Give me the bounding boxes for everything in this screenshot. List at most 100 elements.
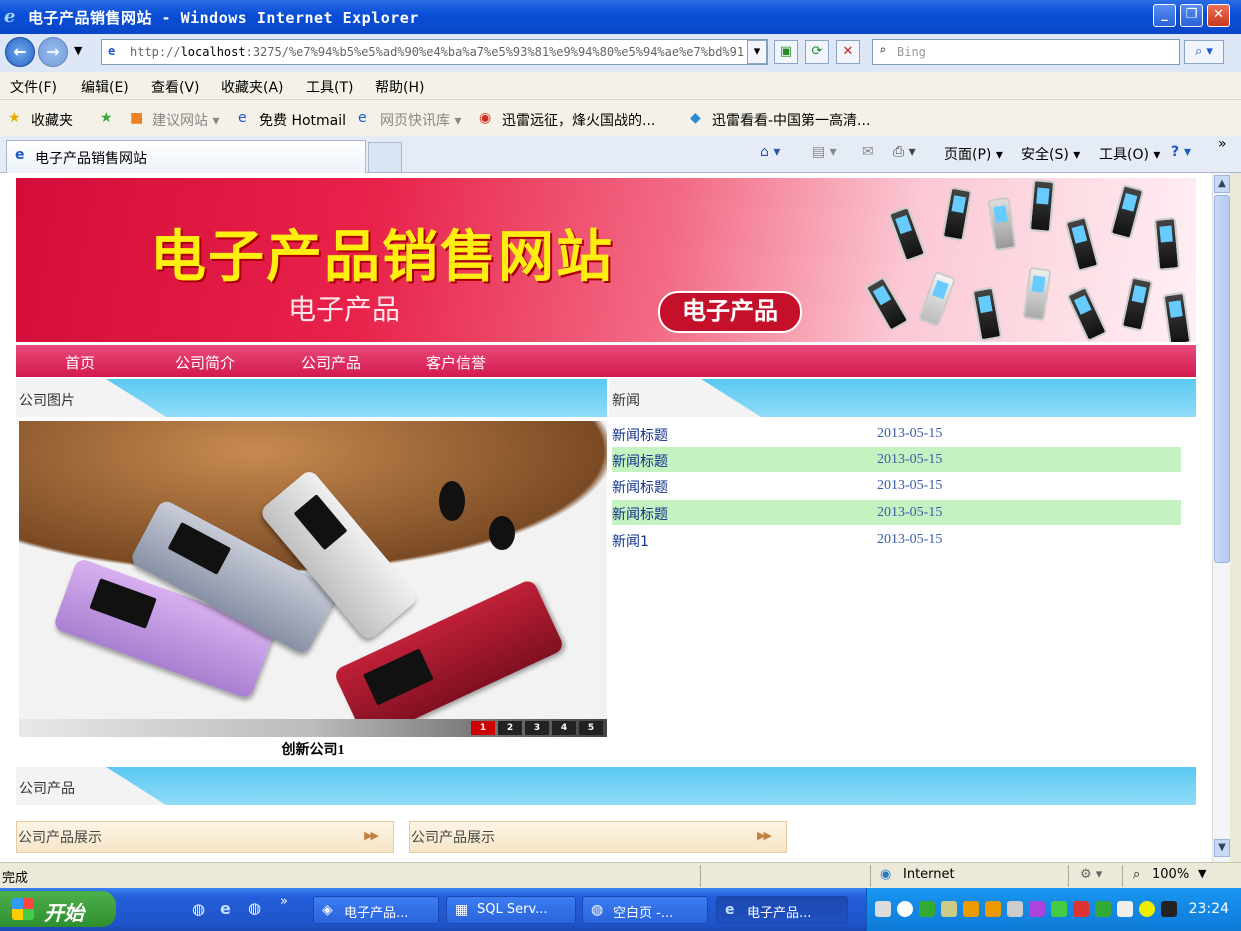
mail-icon[interactable]: ✉ <box>862 144 874 160</box>
start-button[interactable]: 开始 <box>0 891 116 927</box>
zoom-dropdown-icon[interactable]: ▼ <box>1198 867 1206 880</box>
nav-reputation[interactable]: 客户信誉 <box>426 352 486 373</box>
product-showcase-box[interactable]: 公司产品展示 ▶▶ <box>409 821 787 853</box>
minimize-button[interactable]: _ <box>1153 4 1176 27</box>
slide-page-4[interactable]: 4 <box>552 721 576 735</box>
address-input[interactable]: e http://localhost:3275/%e7%94%b5%e5%ad%… <box>101 39 768 65</box>
page-viewport: 电子产品销售网站 电子产品 电子产品 首页 公司简介 公司产品 客户信誉 公司图… <box>0 173 1212 862</box>
product-showcase-box[interactable]: 公司产品展示 ▶▶ <box>16 821 394 853</box>
favorites-button[interactable]: 收藏夹 <box>31 110 73 130</box>
scroll-down-icon[interactable]: ▼ <box>1214 839 1230 857</box>
qq-icon[interactable] <box>963 901 979 917</box>
forward-button[interactable]: → <box>38 37 68 67</box>
display-icon[interactable] <box>1161 901 1177 917</box>
nav-about[interactable]: 公司简介 <box>175 352 235 373</box>
fav-suggested-sites[interactable]: 建议网站 ▾ <box>152 110 219 130</box>
news-row: 新闻1 2013-05-15 <box>612 527 1181 552</box>
page-menu[interactable]: 页面(P) ▾ <box>944 144 1003 164</box>
safety-menu[interactable]: 安全(S) ▾ <box>1021 144 1080 164</box>
search-input[interactable]: ⌕ Bing <box>872 39 1180 65</box>
home-icon[interactable]: ⌂ ▾ <box>760 144 780 160</box>
tools-menu[interactable]: 工具(O) ▾ <box>1099 144 1160 164</box>
tray-app-icon[interactable] <box>1117 901 1133 917</box>
history-dropdown-icon[interactable]: ▼ <box>74 44 82 57</box>
slide-page-3[interactable]: 3 <box>525 721 549 735</box>
tray-app-icon[interactable] <box>1029 901 1045 917</box>
nav-home[interactable]: 首页 <box>65 352 95 373</box>
news-title-link[interactable]: 新闻标题 <box>612 451 668 471</box>
favorites-star-icon: ★ <box>8 110 21 126</box>
zoom-icon[interactable]: ⌕ <box>1133 867 1140 882</box>
fav-hotmail[interactable]: 免费 Hotmail <box>259 110 346 130</box>
suggested-sites-icon: ■ <box>130 110 144 126</box>
zoom-level[interactable]: 100% <box>1152 867 1189 882</box>
status-divider <box>870 865 871 887</box>
menu-view[interactable]: 查看(V) <box>151 77 200 97</box>
ie-quicklaunch-icon[interactable]: e <box>220 899 231 918</box>
taskbar-item[interactable]: ◍ 空白页 -... <box>582 896 708 924</box>
close-button[interactable]: ✕ <box>1207 4 1230 27</box>
taskbar-item-active[interactable]: e 电子产品... <box>716 896 848 924</box>
search-go-button[interactable]: ⌕ ▾ <box>1184 40 1224 64</box>
phone-image <box>864 275 910 333</box>
menu-edit[interactable]: 编辑(E) <box>81 77 129 97</box>
keyboard-icon[interactable] <box>875 901 891 917</box>
taskbar-item[interactable]: ▦ SQL Serv... <box>446 896 576 924</box>
scroll-thumb[interactable] <box>1214 195 1230 563</box>
slide-page-1[interactable]: 1 <box>471 721 495 735</box>
address-dropdown-icon[interactable]: ▾ <box>747 40 767 64</box>
news-title-link[interactable]: 新闻标题 <box>612 504 668 524</box>
phone-image <box>1153 217 1181 271</box>
slide-page-2[interactable]: 2 <box>498 721 522 735</box>
help-icon[interactable]: ? ▾ <box>1171 144 1191 160</box>
taskbar-item[interactable]: ◈ 电子产品... <box>313 896 439 924</box>
news-title-link[interactable]: 新闻标题 <box>612 425 668 445</box>
banner-subtitle: 电子产品 <box>288 293 401 326</box>
tray-app-icon[interactable] <box>1007 901 1023 917</box>
protected-mode-icon[interactable]: ⚙ ▾ <box>1080 867 1102 882</box>
chevron-more-icon[interactable]: » <box>1218 136 1227 152</box>
fav-xunlei-kankan[interactable]: 迅雷看看-中国第一高清... <box>712 110 870 130</box>
tab-bar: e 电子产品销售网站 ⌂ ▾ ▤ ▾ ✉ ⎙ ▾ 页面(P) ▾ 安全(S) ▾… <box>0 136 1241 173</box>
print-icon[interactable]: ⎙ ▾ <box>893 144 916 160</box>
menu-help[interactable]: 帮助(H) <box>375 77 424 97</box>
stop-icon[interactable]: ✕ <box>836 40 860 64</box>
vertical-scrollbar[interactable]: ▲ ▼ <box>1212 173 1230 862</box>
taskbar-item-label: SQL Serv... <box>477 902 548 917</box>
quicklaunch-icon[interactable]: ◍ <box>248 899 261 917</box>
network-icon[interactable] <box>919 901 935 917</box>
add-favorite-icon[interactable]: ★ <box>100 110 113 126</box>
quicklaunch-icon[interactable]: ◍ <box>192 900 205 918</box>
nav-products[interactable]: 公司产品 <box>301 352 361 373</box>
fav-web-slice[interactable]: 网页快讯库 ▾ <box>380 110 461 130</box>
quicklaunch-more-icon[interactable]: » <box>280 894 288 909</box>
menu-tools[interactable]: 工具(T) <box>306 77 353 97</box>
tray-arrow-icon[interactable] <box>897 901 913 917</box>
tab-active[interactable]: e 电子产品销售网站 <box>6 140 366 173</box>
news-title-link[interactable]: 新闻标题 <box>612 477 668 497</box>
menu-favorites[interactable]: 收藏夹(A) <box>221 77 284 97</box>
ie-page-icon: e <box>725 902 735 918</box>
new-tab-button[interactable] <box>368 142 402 172</box>
tray-app-icon[interactable] <box>941 901 957 917</box>
compatibility-icon[interactable]: ▣ <box>774 40 798 64</box>
taskbar: 开始 ◍ e ◍ » ◈ 电子产品... ▦ SQL Serv... ◍ 空白页… <box>0 888 1241 931</box>
fav-xunlei-yuanzheng[interactable]: 迅雷远征，烽火国战的... <box>502 110 655 130</box>
window-edge <box>1230 173 1241 862</box>
slide-page-5[interactable]: 5 <box>579 721 603 735</box>
qq-icon[interactable] <box>985 901 1001 917</box>
antivirus-shield-icon[interactable] <box>1095 901 1111 917</box>
phone-image <box>987 196 1017 252</box>
news-title-link[interactable]: 新闻1 <box>612 531 649 551</box>
company-slideshow-image[interactable] <box>19 421 607 737</box>
scroll-up-icon[interactable]: ▲ <box>1214 175 1230 193</box>
clock[interactable]: 23:24 <box>1189 901 1229 917</box>
refresh-icon[interactable]: ⟳ <box>805 40 829 64</box>
security-shield-icon[interactable] <box>1073 901 1089 917</box>
menu-file[interactable]: 文件(F) <box>10 77 57 97</box>
tray-app-icon[interactable] <box>1139 901 1155 917</box>
tray-app-icon[interactable] <box>1051 901 1067 917</box>
maximize-button[interactable]: ❐ <box>1180 4 1203 27</box>
feeds-icon[interactable]: ▤ ▾ <box>812 144 837 160</box>
back-button[interactable]: ← <box>5 37 35 67</box>
